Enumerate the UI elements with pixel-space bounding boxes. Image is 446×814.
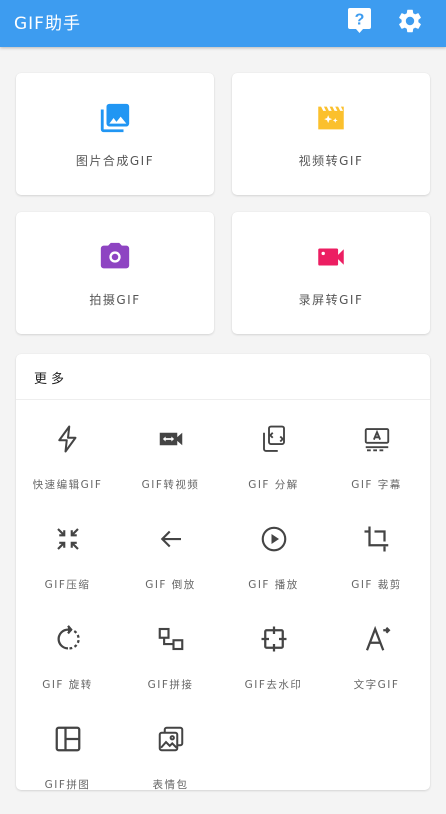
tool-label: GIF 旋转 [42, 679, 93, 691]
flash-icon [53, 424, 83, 454]
tool-remove-watermark[interactable]: GIF去水印 [222, 604, 325, 704]
tool-label: GIF 分解 [248, 479, 299, 491]
divider [16, 399, 430, 400]
card-label: 拍摄GIF [89, 293, 141, 307]
tool-play[interactable]: GIF 播放 [222, 504, 325, 604]
movie-sparkle-icon [314, 101, 348, 139]
tool-join[interactable]: GIF拼接 [119, 604, 222, 704]
tool-label: GIF去水印 [244, 679, 303, 691]
join-icon [156, 624, 186, 654]
tool-label: GIF压缩 [44, 579, 91, 591]
tool-text-gif[interactable]: 文字GIF [325, 604, 428, 704]
tool-label: GIF转视频 [141, 479, 200, 491]
card-label: 视频转GIF [298, 154, 364, 168]
tool-label: GIF拼接 [147, 679, 194, 691]
play-circle-icon [259, 524, 289, 554]
tool-gif-to-video[interactable]: GIF转视频 [119, 404, 222, 504]
tool-crop[interactable]: GIF 裁剪 [325, 504, 428, 604]
tool-sticker[interactable]: 表情包 [119, 704, 222, 804]
video-convert-icon [156, 424, 186, 454]
tool-label: GIF 播放 [248, 579, 299, 591]
rotate-icon [53, 624, 83, 654]
videocam-icon [313, 240, 349, 278]
more-tools-panel: 更多 快速编辑GIF GIF转视频 GIF 分解 GIF 字幕 GIF压缩 GI… [16, 354, 430, 791]
app-bar: GIF助手 ? [0, 0, 446, 47]
help-icon[interactable]: ? [347, 7, 372, 34]
watermark-remove-icon [259, 624, 289, 654]
collage-icon [53, 724, 83, 754]
more-section-title: 更多 [34, 372, 69, 387]
tool-label: GIF 裁剪 [351, 579, 402, 591]
tool-label: 表情包 [152, 779, 189, 791]
crop-icon [362, 524, 392, 554]
tool-label: 文字GIF [353, 679, 400, 691]
card-label: 录屏转GIF [298, 293, 364, 307]
settings-gear-icon[interactable] [396, 7, 424, 35]
text-icon [362, 624, 392, 654]
card-video-to-gif[interactable]: 视频转GIF [232, 73, 430, 195]
photo-library-icon [98, 101, 132, 139]
card-images-to-gif[interactable]: 图片合成GIF [16, 73, 214, 195]
tool-compress[interactable]: GIF压缩 [16, 504, 119, 604]
tool-label: 快速编辑GIF [32, 479, 103, 491]
tool-rotate[interactable]: GIF 旋转 [16, 604, 119, 704]
app-title: GIF助手 [14, 14, 81, 34]
split-icon [259, 424, 289, 454]
card-label: 图片合成GIF [75, 154, 155, 168]
tool-label: GIF 倒放 [145, 579, 196, 591]
card-shoot-gif[interactable]: 拍摄GIF [16, 212, 214, 334]
tool-quick-edit[interactable]: 快速编辑GIF [16, 404, 119, 504]
sticker-icon [156, 724, 186, 754]
svg-text:?: ? [355, 12, 365, 29]
tool-label: GIF 字幕 [351, 479, 402, 491]
compress-icon [53, 524, 83, 554]
arrow-back-icon [156, 524, 186, 554]
tool-label: GIF拼图 [44, 779, 91, 791]
tool-decompose[interactable]: GIF 分解 [222, 404, 325, 504]
tool-collage[interactable]: GIF拼图 [16, 704, 119, 804]
tool-subtitle[interactable]: GIF 字幕 [325, 404, 428, 504]
camera-icon [98, 240, 132, 278]
tool-reverse[interactable]: GIF 倒放 [119, 504, 222, 604]
subtitle-icon [362, 424, 392, 454]
card-screen-record-gif[interactable]: 录屏转GIF [232, 212, 430, 334]
